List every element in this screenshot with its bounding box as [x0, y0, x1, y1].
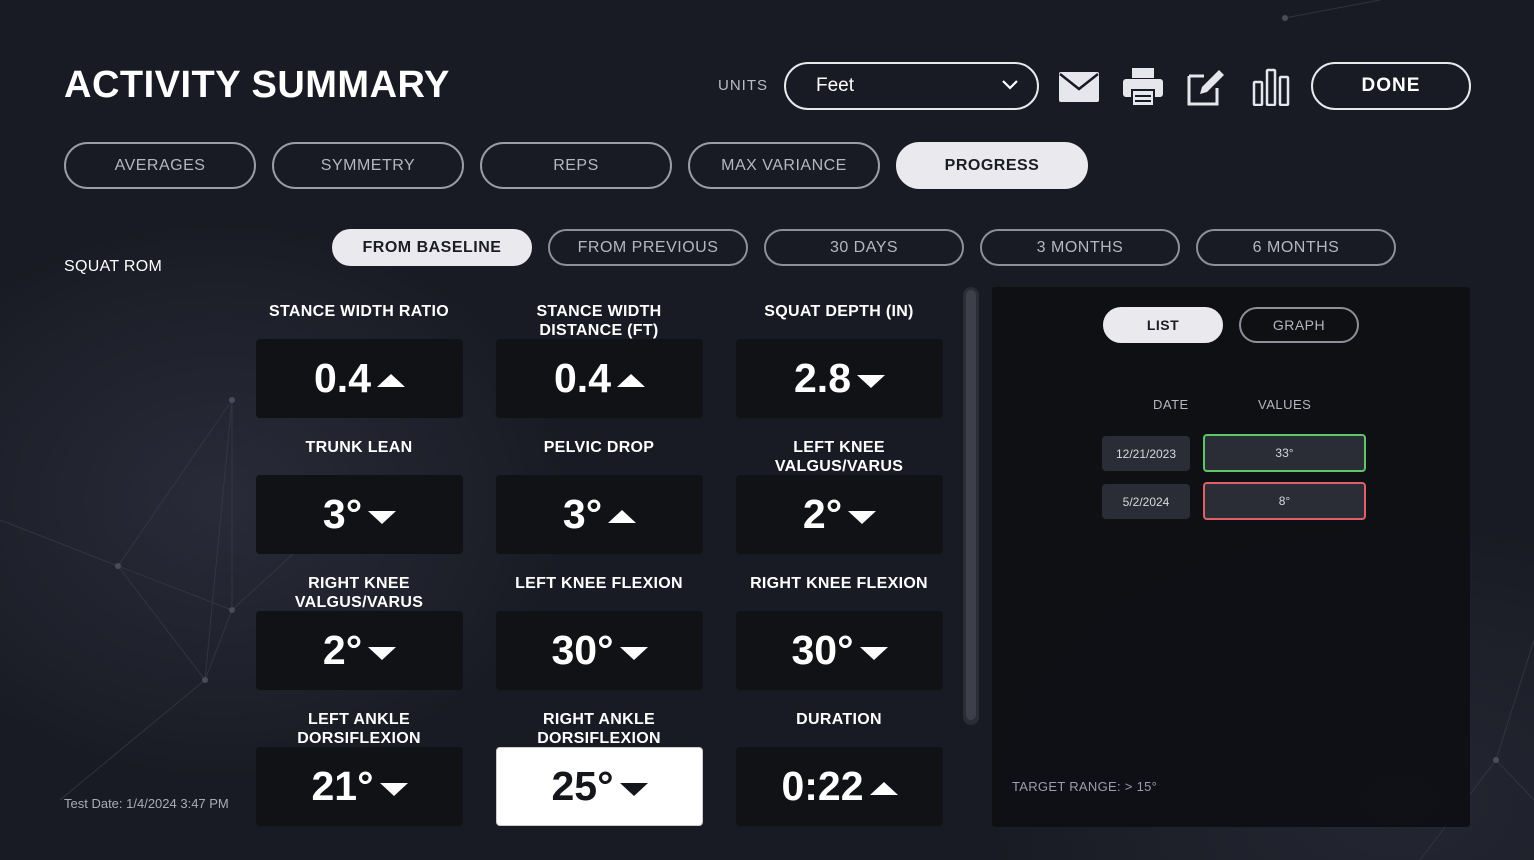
row-date: 12/21/2023	[1102, 436, 1190, 471]
row-date: 5/2/2024	[1102, 484, 1190, 519]
metric-card-right-knee-valgus-varus[interactable]: 2°	[256, 611, 463, 690]
range-from-previous[interactable]: FROM PREVIOUS	[548, 229, 748, 266]
metric-card-pelvic-drop[interactable]: 3°	[496, 475, 703, 554]
section-label: SQUAT ROM	[64, 258, 163, 275]
metric-label-left-knee-valgus-varus: LEFT KNEE VALGUS/VARUS	[774, 439, 904, 475]
metric-card-left-knee-flexion[interactable]: 30°	[496, 611, 703, 690]
metric-value: 0.4	[554, 355, 611, 401]
metric-label-left-ankle-dorsiflexion: LEFT ANKLE DORSIFLEXION	[297, 711, 421, 747]
triangle-down-icon	[379, 783, 408, 796]
metric-value: 2°	[322, 627, 363, 673]
metric-value: 21°	[311, 763, 374, 809]
list-toggle[interactable]: LIST	[1103, 307, 1223, 343]
metric-label-stance-width-ratio: STANCE WIDTH RATIO	[269, 303, 449, 320]
metric-label-right-knee-valgus-varus: RIGHT KNEE VALGUS/VARUS	[294, 575, 424, 611]
graph-toggle[interactable]: GRAPH	[1239, 307, 1359, 343]
units-label: UNITS	[718, 77, 768, 94]
row-value: 33°	[1203, 434, 1366, 472]
test-date: Test Date: 1/4/2024 3:47 PM	[64, 796, 229, 811]
print-icon[interactable]	[1122, 66, 1164, 108]
triangle-down-icon	[619, 783, 648, 796]
range-30-days[interactable]: 30 DAYS	[764, 229, 964, 266]
metric-label-right-ankle-dorsiflexion: RIGHT ANKLE DORSIFLEXION	[537, 711, 661, 747]
metric-value: 2.8	[794, 355, 851, 401]
date-column-header: DATE	[1153, 397, 1189, 412]
metric-card-stance-width-distance-ft[interactable]: 0.4	[496, 339, 703, 418]
triangle-down-icon	[848, 511, 877, 524]
metric-card-left-knee-valgus-varus[interactable]: 2°	[736, 475, 943, 554]
scrollbar-thumb[interactable]	[966, 290, 976, 720]
tab-reps[interactable]: REPS	[480, 142, 672, 189]
email-icon[interactable]	[1058, 66, 1100, 108]
metric-card-squat-depth-in[interactable]: 2.8	[736, 339, 943, 418]
tab-max-variance[interactable]: MAX VARIANCE	[688, 142, 880, 189]
values-column-header: VALUES	[1258, 397, 1312, 412]
triangle-down-icon	[857, 375, 885, 388]
metric-card-right-knee-flexion[interactable]: 30°	[736, 611, 943, 690]
triangle-down-icon	[619, 647, 648, 660]
page-title: ACTIVITY SUMMARY	[64, 64, 450, 106]
metric-label-stance-width-distance-ft: STANCE WIDTH DISTANCE (FT)	[536, 303, 662, 339]
target-range: TARGET RANGE: > 15°	[1012, 779, 1158, 794]
metric-label-trunk-lean: TRUNK LEAN	[305, 439, 413, 456]
triangle-up-icon	[869, 782, 898, 795]
metric-label-duration: DURATION	[796, 711, 882, 728]
triangle-up-icon	[608, 510, 637, 523]
metric-value: 30°	[551, 627, 614, 673]
metric-card-duration[interactable]: 0:22	[736, 747, 943, 826]
metric-card-right-ankle-dorsiflexion[interactable]: 25°	[496, 747, 703, 826]
metric-label-left-knee-flexion: LEFT KNEE FLEXION	[515, 575, 683, 592]
metric-value: 0:22	[781, 763, 864, 809]
triangle-down-icon	[368, 511, 397, 524]
range-from-baseline[interactable]: FROM BASELINE	[332, 229, 532, 266]
tab-symmetry[interactable]: SYMMETRY	[272, 142, 464, 189]
triangle-down-icon	[859, 647, 888, 660]
metric-value: 3°	[322, 491, 363, 537]
range-3-months[interactable]: 3 MONTHS	[980, 229, 1180, 266]
tab-progress[interactable]: PROGRESS	[896, 142, 1088, 189]
done-button[interactable]: DONE	[1311, 62, 1471, 110]
edit-icon[interactable]	[1185, 66, 1227, 108]
range-6-months[interactable]: 6 MONTHS	[1196, 229, 1396, 266]
units-dropdown[interactable]: Feet	[784, 62, 1039, 110]
units-dropdown-value: Feet	[816, 75, 855, 96]
metric-value: 0.4	[314, 355, 371, 401]
triangle-down-icon	[368, 647, 397, 660]
chevron-down-icon	[1001, 75, 1019, 97]
metric-label-pelvic-drop: PELVIC DROP	[543, 439, 655, 456]
metric-label-right-knee-flexion: RIGHT KNEE FLEXION	[750, 575, 928, 592]
triangle-up-icon	[617, 374, 645, 387]
metric-value: 2°	[802, 491, 843, 537]
triangle-up-icon	[377, 374, 405, 387]
metric-label-squat-depth-in: SQUAT DEPTH (IN)	[764, 303, 914, 320]
detail-panel: LIST GRAPH DATE VALUES 12/21/2023 33° 5/…	[992, 287, 1470, 827]
metric-card-stance-width-ratio[interactable]: 0.4	[256, 339, 463, 418]
tab-averages[interactable]: AVERAGES	[64, 142, 256, 189]
bar-chart-icon[interactable]	[1250, 66, 1292, 108]
metric-card-trunk-lean[interactable]: 3°	[256, 475, 463, 554]
metric-value: 3°	[562, 491, 603, 537]
row-value: 8°	[1203, 482, 1366, 520]
metric-value: 25°	[551, 763, 614, 809]
metric-value: 30°	[791, 627, 854, 673]
metric-card-left-ankle-dorsiflexion[interactable]: 21°	[256, 747, 463, 826]
